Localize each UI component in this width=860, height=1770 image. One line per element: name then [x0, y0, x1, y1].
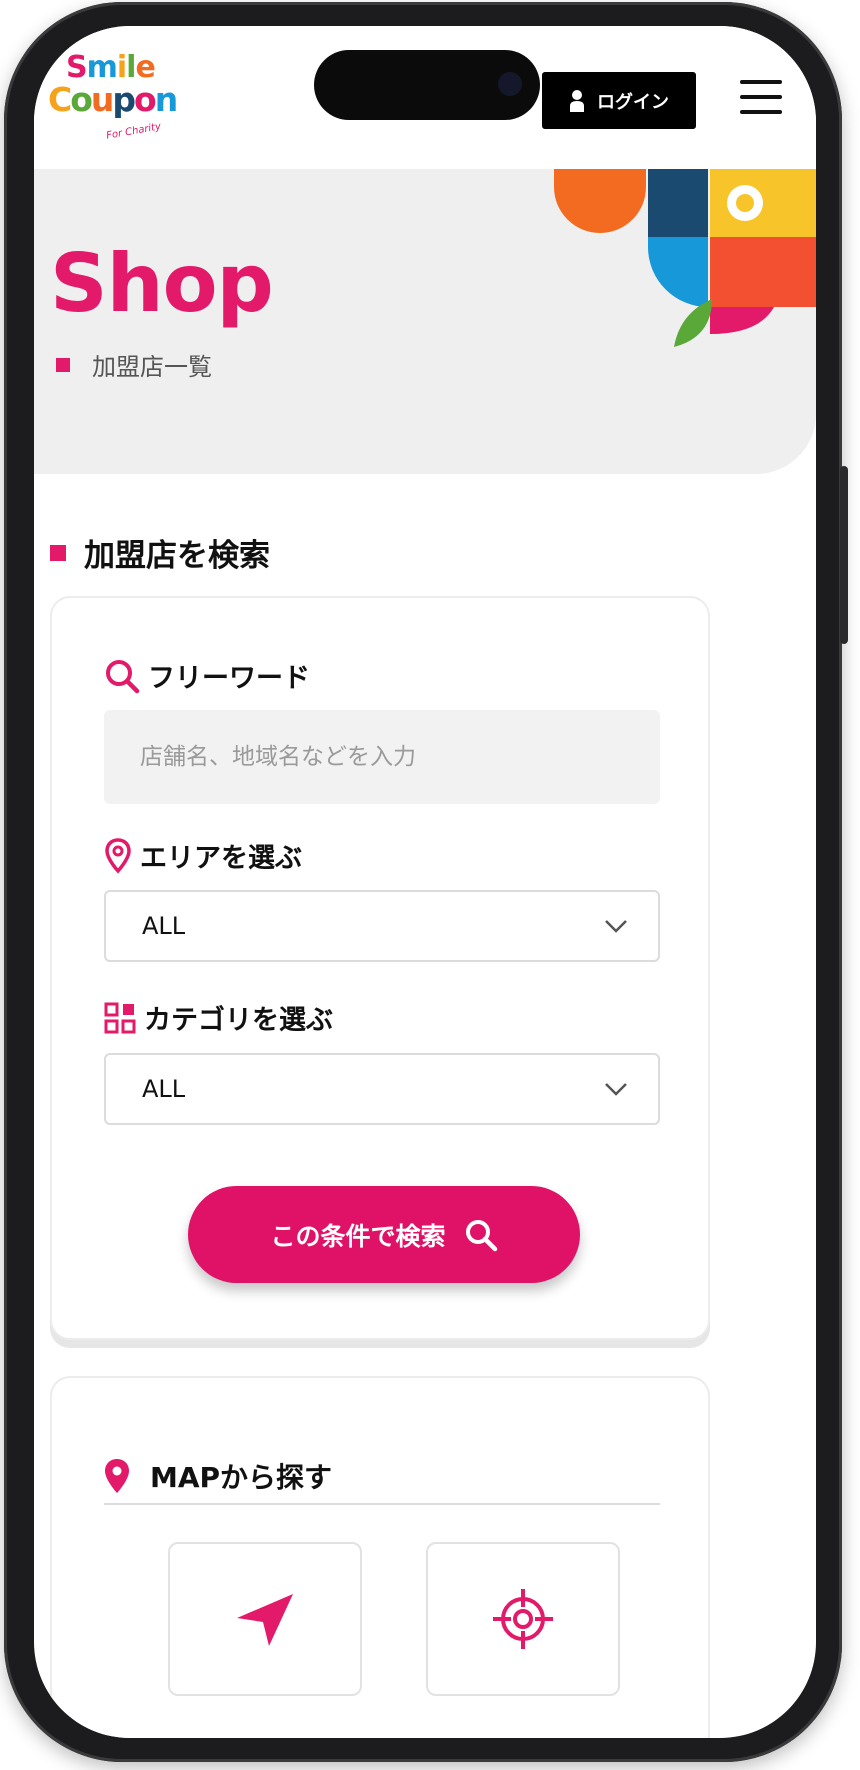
area-selected-value: ALL: [142, 912, 186, 940]
bullet-square-icon: [50, 544, 66, 561]
login-label: ログイン: [597, 91, 669, 113]
user-icon: [570, 89, 584, 112]
freeword-label-text: フリーワード: [148, 663, 310, 694]
category-select[interactable]: ALL: [104, 1053, 660, 1125]
chevron-down-icon: [605, 1083, 627, 1096]
page-subtitle: 加盟店一覧: [56, 347, 212, 382]
area-select[interactable]: ALL: [104, 890, 660, 962]
page-subtitle-text: 加盟店一覧: [92, 353, 212, 381]
side-button: [840, 466, 848, 644]
grid-icon: [104, 1002, 136, 1033]
search-submit-button[interactable]: この条件で検索: [188, 1186, 580, 1283]
decorative-shapes: [554, 169, 816, 347]
crosshair-icon: [493, 1589, 553, 1649]
hero-banner: Shop 加盟店一覧: [34, 169, 816, 474]
search-icon: [106, 659, 140, 693]
chevron-down-icon: [605, 920, 627, 933]
area-label: エリアを選ぶ: [104, 836, 302, 875]
search-section-title: 加盟店を検索: [50, 530, 270, 575]
category-selected-value: ALL: [142, 1075, 186, 1103]
bullet-square-icon: [56, 357, 70, 372]
login-button[interactable]: ログイン: [542, 72, 696, 129]
map-pin-icon: [105, 1459, 129, 1493]
hamburger-icon: [740, 80, 782, 84]
screen: Smile Coupon For Charity ログイン Shop 加盟店一覧…: [34, 26, 816, 1738]
page-title: Shop: [50, 237, 274, 330]
area-label-text: エリアを選ぶ: [140, 843, 302, 874]
divider: [104, 1503, 660, 1505]
dynamic-island: [314, 50, 540, 120]
freeword-input[interactable]: [104, 710, 660, 804]
phone-frame: Smile Coupon For Charity ログイン Shop 加盟店一覧…: [4, 2, 848, 1762]
search-section-title-text: 加盟店を検索: [84, 538, 270, 574]
hamburger-menu-button[interactable]: [740, 80, 782, 114]
map-section-title-text: MAPから探す: [150, 1461, 333, 1494]
smile-coupon-logo[interactable]: Smile Coupon For Charity: [48, 46, 188, 146]
search-icon: [465, 1219, 497, 1251]
freeword-label: フリーワード: [104, 656, 310, 695]
locate-target-button[interactable]: [426, 1542, 620, 1696]
navigation-arrow-icon: [237, 1594, 293, 1646]
logo-tagline: For Charity: [105, 121, 162, 142]
map-pin-icon: [105, 837, 131, 874]
search-submit-label: この条件で検索: [270, 1221, 446, 1251]
map-section-title: MAPから探す: [104, 1456, 332, 1496]
map-search-card: MAPから探す: [50, 1376, 710, 1738]
category-label: カテゴリを選ぶ: [104, 998, 333, 1037]
logo-text-coupon: Coupon: [48, 80, 178, 119]
current-location-button[interactable]: [168, 1542, 362, 1696]
category-label-text: カテゴリを選ぶ: [144, 1005, 333, 1036]
search-form-card: フリーワード エリアを選ぶ ALL: [50, 596, 710, 1340]
